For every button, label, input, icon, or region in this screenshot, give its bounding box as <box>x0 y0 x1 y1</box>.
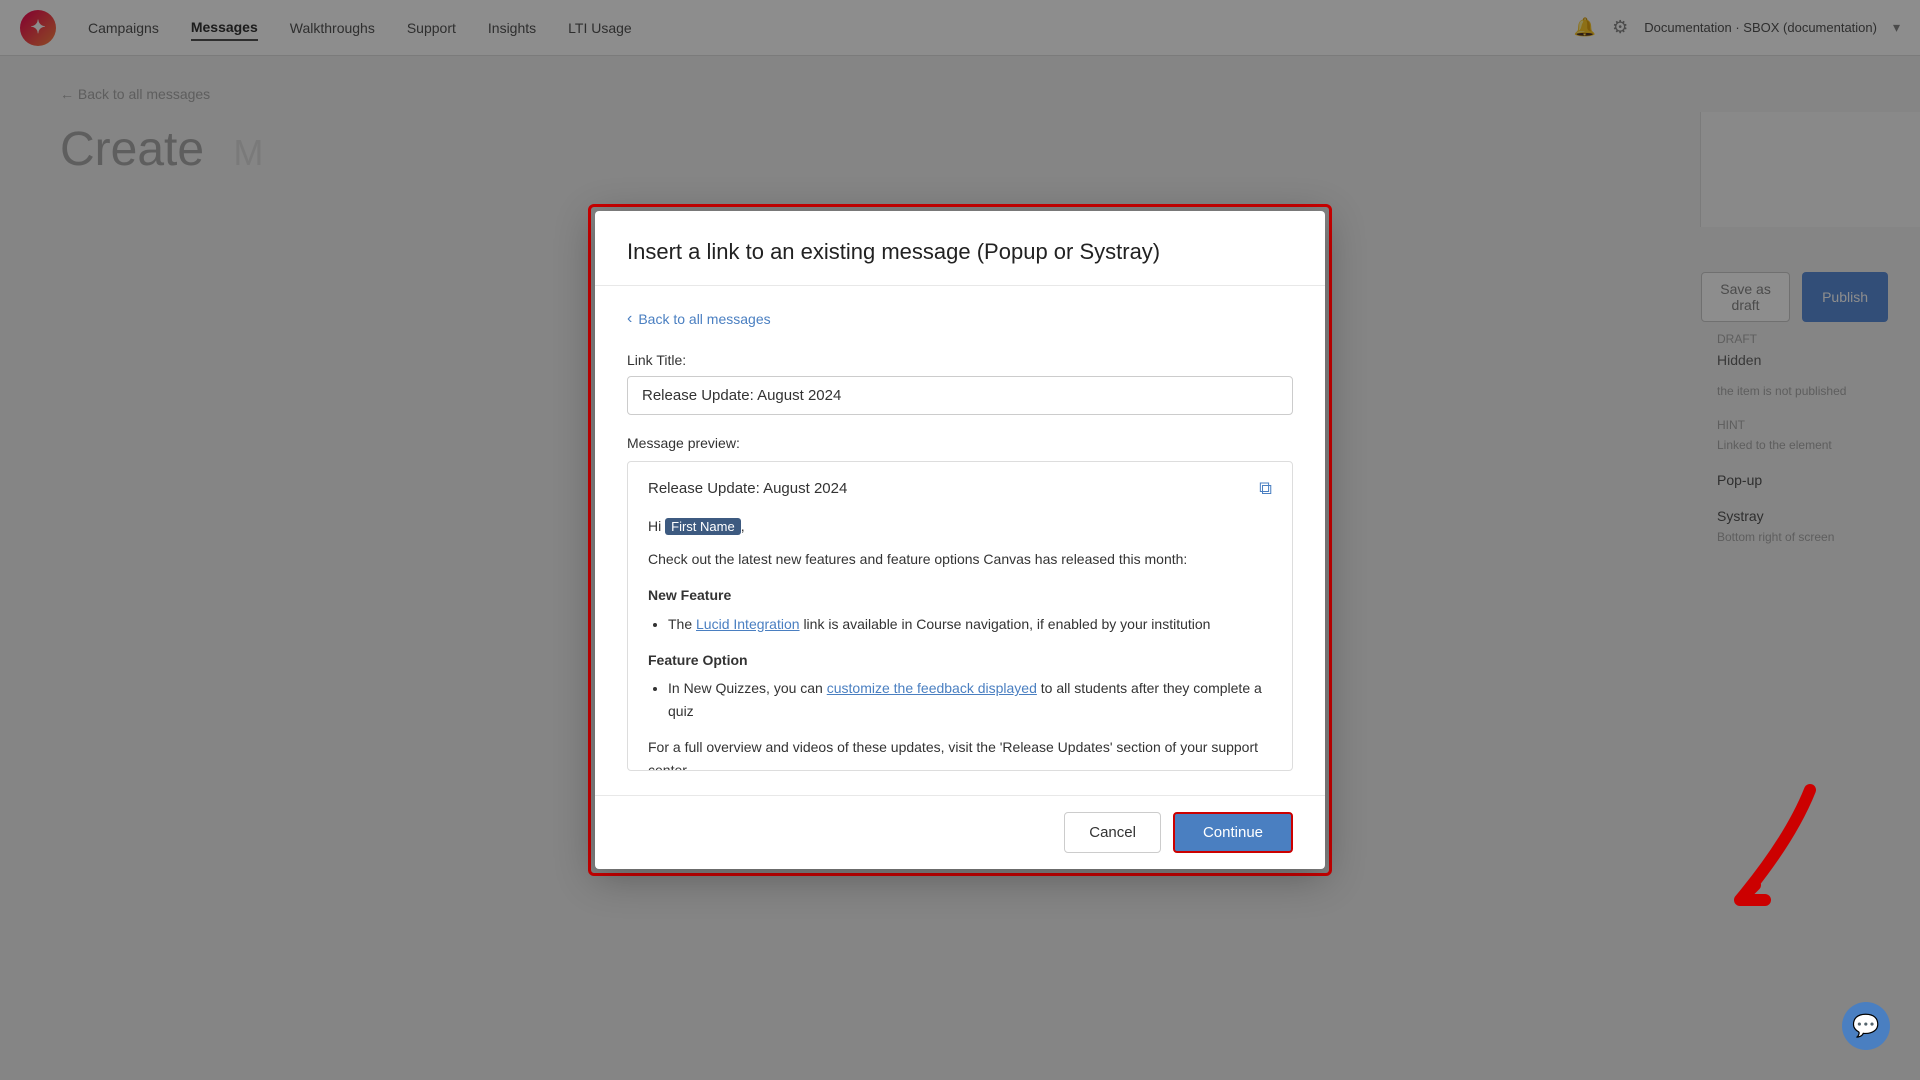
preview-footer: For a full overview and videos of these … <box>648 736 1272 771</box>
modal-title: Insert a link to an existing message (Po… <box>627 239 1293 265</box>
preview-intro: Check out the latest new features and fe… <box>648 548 1272 570</box>
preview-section1-title: New Feature <box>648 584 1272 606</box>
section2-before: In New Quizzes, you can <box>668 680 823 696</box>
back-chevron-icon: ‹ <box>627 310 632 328</box>
modal-wrapper: Insert a link to an existing message (Po… <box>588 204 1332 876</box>
back-to-messages-label: Back to all messages <box>638 311 770 327</box>
preview-section2-item: In New Quizzes, you can customize the fe… <box>668 677 1272 722</box>
cancel-button[interactable]: Cancel <box>1064 812 1161 853</box>
modal-header: Insert a link to an existing message (Po… <box>595 211 1325 286</box>
link-title-input[interactable] <box>627 376 1293 415</box>
preview-section2-title: Feature Option <box>648 649 1272 671</box>
greeting-comma: , <box>741 518 745 534</box>
greeting-hi: Hi <box>648 518 661 534</box>
first-name-badge: First Name <box>665 518 741 535</box>
modal-footer: Cancel Continue <box>595 795 1325 869</box>
back-to-messages-link[interactable]: ‹ Back to all messages <box>627 310 1293 328</box>
preview-label: Message preview: <box>627 435 1293 451</box>
continue-button[interactable]: Continue <box>1173 812 1293 853</box>
modal-border: Insert a link to an existing message (Po… <box>588 204 1332 876</box>
section1-item-after: link is available in Course navigation, … <box>803 616 1210 632</box>
modal-dialog: Insert a link to an existing message (Po… <box>595 211 1325 869</box>
link-title-label: Link Title: <box>627 352 1293 368</box>
preview-section1-item: The Lucid Integration link is available … <box>668 613 1272 635</box>
customize-feedback-link[interactable]: customize the feedback displayed <box>827 680 1037 696</box>
external-link-icon[interactable]: ⧉ <box>1259 478 1272 499</box>
chat-bubble[interactable]: 💬 <box>1842 1002 1890 1050</box>
preview-title: Release Update: August 2024 <box>648 480 847 497</box>
modal-body: ‹ Back to all messages Link Title: Messa… <box>595 286 1325 795</box>
lucid-integration-link[interactable]: Lucid Integration <box>696 616 800 632</box>
chat-icon: 💬 <box>1852 1013 1879 1039</box>
message-preview: Release Update: August 2024 ⧉ Hi First N… <box>627 461 1293 771</box>
